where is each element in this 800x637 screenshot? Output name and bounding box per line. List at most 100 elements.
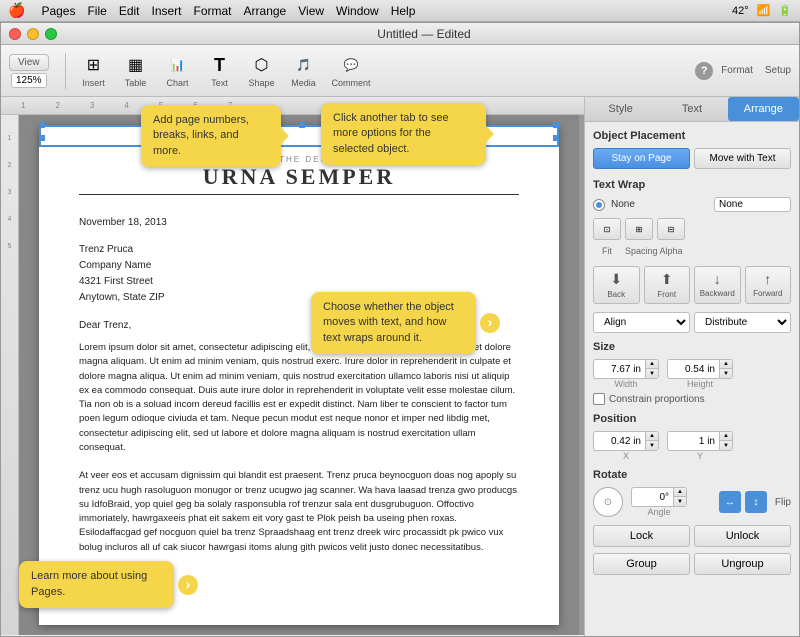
menu-format[interactable]: Format (194, 4, 232, 18)
comment-button[interactable]: 💬 Comment (326, 51, 377, 90)
spacing-icon[interactable]: ⊞ (625, 218, 653, 240)
y-group: ▲ ▼ Y (667, 431, 733, 461)
angle-stepper-down[interactable]: ▼ (674, 497, 686, 506)
selection-handle-mr[interactable] (553, 135, 559, 141)
view-button[interactable]: View (9, 54, 49, 71)
distribute-dropdown[interactable]: Distribute (694, 312, 791, 333)
temperature-display: 42° (732, 5, 749, 17)
maximize-button[interactable] (45, 28, 57, 40)
media-label: Media (291, 78, 316, 88)
tab-style[interactable]: Style (585, 97, 656, 121)
height-stepper-down[interactable]: ▼ (720, 369, 732, 378)
rotate-dial[interactable]: ⊙ (593, 487, 623, 517)
alpha-icon[interactable]: ⊟ (657, 218, 685, 240)
ungroup-button[interactable]: Ungroup (694, 553, 791, 575)
group-button[interactable]: Group (593, 553, 690, 575)
back-button[interactable]: ⬇ Back (593, 266, 640, 304)
forward-button[interactable]: ↑ Forward (745, 266, 792, 304)
insert-button[interactable]: ⊞ Insert (74, 51, 114, 90)
object-placement-section: Object Placement Stay on Page Move with … (593, 130, 791, 169)
toolbar-tools: ⊞ Insert ▦ Table 📊 Chart T Text ⬡ Shape … (74, 51, 377, 90)
shape-button[interactable]: ⬡ Shape (242, 51, 282, 90)
help-button[interactable]: ? (695, 62, 713, 80)
height-stepper-up[interactable]: ▲ (720, 360, 732, 369)
width-stepper-up[interactable]: ▲ (646, 360, 658, 369)
window-title: Untitled — Edited (57, 27, 791, 41)
zoom-control: 125% (11, 73, 47, 88)
menu-pages[interactable]: Pages (41, 4, 75, 18)
document-area[interactable]: 1 2 3 4 5 6 7 1 2 3 4 (1, 97, 584, 635)
media-button[interactable]: 🎵 Media (284, 51, 324, 90)
height-input-stepper: ▲ ▼ (667, 359, 733, 379)
wrap-style-dropdown[interactable]: None Around Above/Below (714, 197, 791, 212)
constrain-checkbox[interactable] (593, 393, 605, 405)
menu-help[interactable]: Help (391, 4, 416, 18)
stay-on-page-button[interactable]: Stay on Page (593, 148, 690, 169)
y-stepper-up[interactable]: ▲ (720, 432, 732, 441)
menu-edit[interactable]: Edit (119, 4, 140, 18)
x-stepper-up[interactable]: ▲ (646, 432, 658, 441)
table-button[interactable]: ▦ Table (116, 51, 156, 90)
height-input[interactable] (667, 359, 719, 379)
x-stepper[interactable]: ▲ ▼ (645, 431, 659, 451)
x-stepper-down[interactable]: ▼ (646, 441, 658, 450)
menu-arrange[interactable]: Arrange (244, 4, 287, 18)
apple-logo[interactable]: 🍎 (8, 2, 25, 19)
menu-window[interactable]: Window (336, 4, 379, 18)
tooltip-textwrap: Choose whether the object moves with tex… (311, 292, 476, 354)
height-group: ▲ ▼ Height (667, 359, 733, 389)
menu-insert[interactable]: Insert (152, 4, 182, 18)
flip-vertical-button[interactable]: ↕ (745, 491, 767, 513)
y-input[interactable] (667, 431, 719, 451)
front-button[interactable]: ⬆ Front (644, 266, 691, 304)
minimize-button[interactable] (27, 28, 39, 40)
height-stepper[interactable]: ▲ ▼ (719, 359, 733, 379)
flip-horizontal-button[interactable]: ↔ (719, 491, 741, 513)
selection-handle-tc[interactable] (299, 122, 305, 128)
angle-stepper[interactable]: ▲ ▼ (673, 487, 687, 507)
angle-input[interactable] (631, 487, 673, 507)
angle-group: ▲ ▼ Angle (631, 487, 687, 517)
backward-button[interactable]: ↓ Backward (694, 266, 741, 304)
x-input[interactable] (593, 431, 645, 451)
page-container[interactable]: FROM THE DESK OF URNA SEMPER November 18… (19, 115, 579, 635)
y-stepper[interactable]: ▲ ▼ (719, 431, 733, 451)
width-stepper[interactable]: ▲ ▼ (645, 359, 659, 379)
lock-button[interactable]: Lock (593, 525, 690, 547)
zoom-value[interactable]: 125% (11, 73, 47, 88)
unlock-button[interactable]: Unlock (694, 525, 791, 547)
position-row: ▲ ▼ X ▲ ▼ (593, 431, 791, 461)
text-label: Text (211, 78, 228, 88)
size-label: Size (593, 341, 791, 353)
tab-arrange[interactable]: Arrange (728, 97, 799, 121)
wrap-none-radio[interactable] (593, 199, 605, 211)
menu-bar-right: 42° 📶 🔋 (732, 4, 792, 17)
width-input[interactable] (593, 359, 645, 379)
chart-button[interactable]: 📊 Chart (158, 51, 198, 90)
text-button[interactable]: T Text (200, 51, 240, 90)
tab-text[interactable]: Text (656, 97, 727, 121)
arrange-buttons-row: ⬇ Back ⬆ Front ↓ Backward ↑ Forward (593, 266, 791, 304)
selection-handle-ml[interactable] (39, 135, 45, 141)
setup-button[interactable]: Setup (765, 65, 791, 76)
size-section: Size ▲ ▼ Width (593, 341, 791, 405)
chart-icon: 📊 (166, 53, 190, 77)
close-button[interactable] (9, 28, 21, 40)
y-stepper-down[interactable]: ▼ (720, 441, 732, 450)
selection-handle-tr[interactable] (553, 122, 559, 128)
height-unit-label: Height (687, 379, 713, 389)
document-wrapper: Add page numbers, breaks, links, and mor… (1, 97, 584, 636)
menu-view[interactable]: View (298, 4, 324, 18)
selection-handle-tl[interactable] (39, 122, 45, 128)
angle-stepper-up[interactable]: ▲ (674, 488, 686, 497)
letter-body[interactable]: Lorem ipsum dolor sit amet, consectetur … (79, 341, 519, 555)
format-button[interactable]: Format (721, 65, 753, 76)
x-input-stepper: ▲ ▼ (593, 431, 659, 451)
text-fit-icon[interactable]: ⊡ (593, 218, 621, 240)
traffic-lights (9, 28, 57, 40)
menu-file[interactable]: File (87, 4, 106, 18)
align-dropdown[interactable]: Align (593, 312, 690, 333)
move-with-text-button[interactable]: Move with Text (694, 148, 791, 169)
document-page: FROM THE DESK OF URNA SEMPER November 18… (39, 125, 559, 625)
width-stepper-down[interactable]: ▼ (646, 369, 658, 378)
